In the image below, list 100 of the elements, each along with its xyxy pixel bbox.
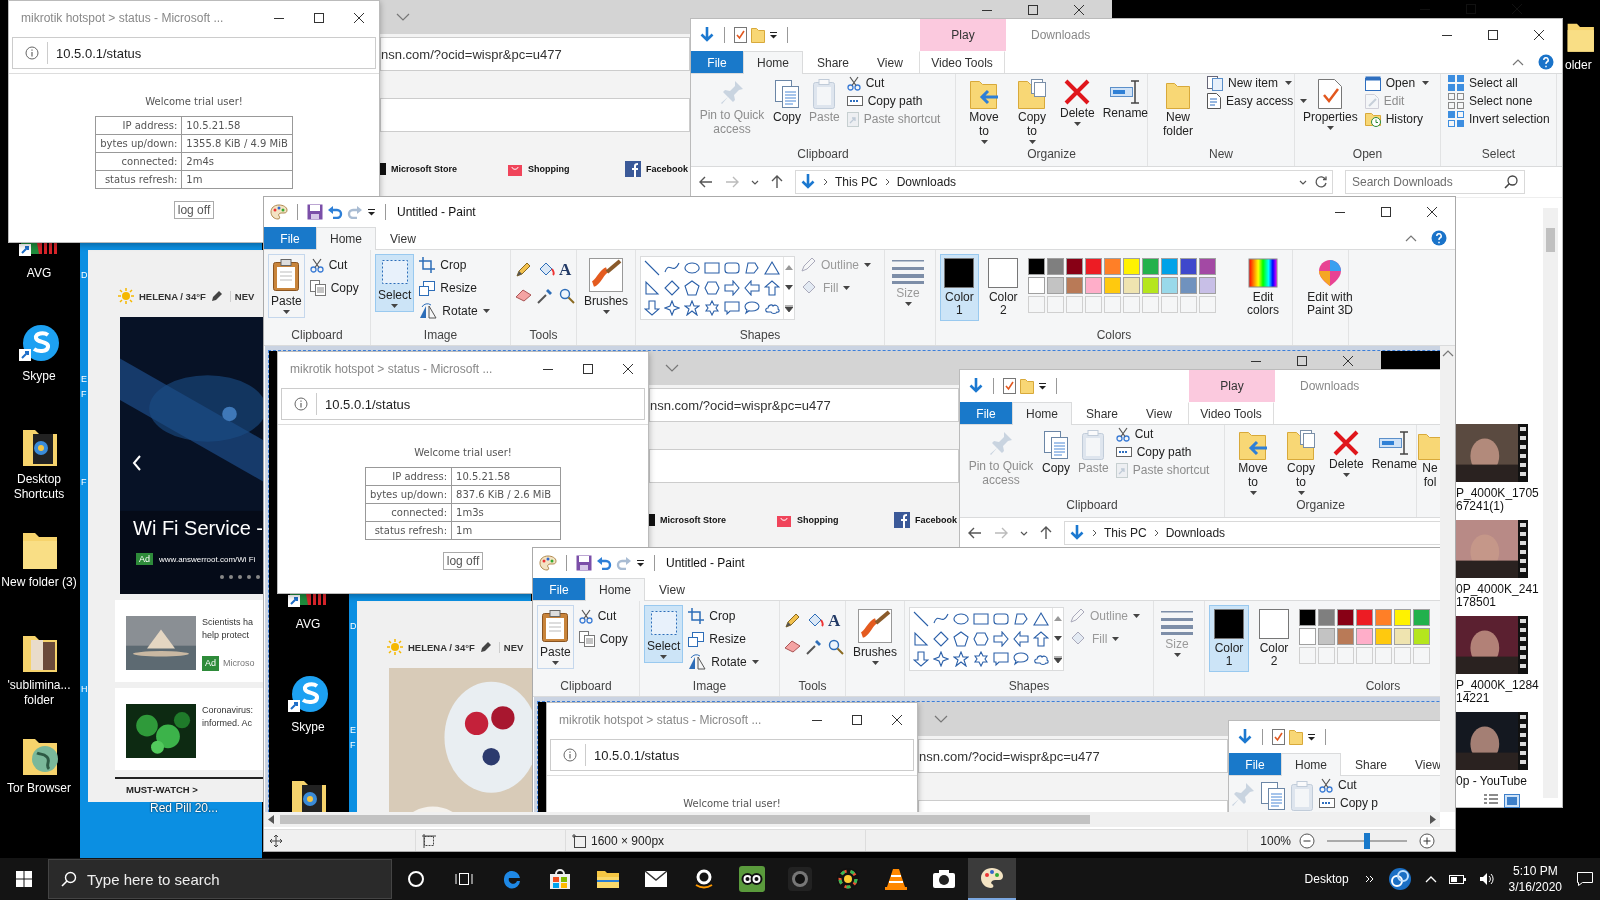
ribbon-tab[interactable]: Video Tools <box>1188 402 1274 424</box>
paste-button[interactable]: Paste <box>268 254 305 318</box>
color-button[interactable]: Color 2 <box>983 254 1023 321</box>
text-tool-button[interactable]: A <box>828 613 846 629</box>
file-name[interactable]: P_4000K_1705 <box>1456 487 1539 500</box>
address-bar[interactable]: 10.5.0.1/status <box>550 739 914 771</box>
nav-link[interactable]: NEV <box>229 290 255 302</box>
copy-button[interactable]: Copy <box>770 78 804 124</box>
breadcrumb[interactable]: This PC <box>835 175 878 189</box>
address-bar[interactable]: 10.5.0.1/status <box>12 37 376 69</box>
brushes-button[interactable]: Brushes <box>850 605 901 669</box>
ribbon-tab[interactable]: Share <box>803 51 864 73</box>
invert-selection-button[interactable]: Invert selection <box>1448 111 1550 127</box>
clock[interactable]: 5:10 PM 3/16/2020 <box>1508 863 1562 895</box>
story-card[interactable]: Scientists ha help protect Ad Microso <box>115 600 263 682</box>
copy-path-button[interactable]: Copy p <box>1319 795 1379 811</box>
breadcrumb[interactable]: Downloads <box>896 175 957 189</box>
nav-link[interactable]: NEV <box>498 641 524 653</box>
link[interactable]: Facebook <box>625 161 688 177</box>
ribbon-tab[interactable]: Video Tools <box>919 51 1005 73</box>
icon-label[interactable]: AVG <box>295 617 321 632</box>
history-button[interactable]: History <box>1364 111 1430 127</box>
link[interactable]: Shopping <box>776 512 894 528</box>
ribbon-tab[interactable]: File <box>960 402 1012 424</box>
edit-with-paint-3d-button[interactable]: Edit with Paint 3D <box>1297 254 1363 321</box>
color-button[interactable]: Color 1 <box>940 254 979 321</box>
copy-to-button[interactable]: Copy to <box>1278 429 1324 495</box>
ribbon-tab[interactable]: Share <box>1341 753 1402 775</box>
file-name[interactable]: P_4000K_1284 <box>1456 679 1539 692</box>
crop-button[interactable]: Crop <box>419 256 490 274</box>
open-button[interactable]: Open <box>1364 75 1430 91</box>
ribbon-tab[interactable]: File <box>1229 753 1281 775</box>
edit-colors-button[interactable]: Edit colors <box>1238 254 1288 321</box>
move-to-button[interactable]: Move to <box>961 78 1007 144</box>
copy-button[interactable]: Copy <box>309 279 359 297</box>
ribbon-tab[interactable]: View <box>863 51 917 73</box>
file-name[interactable]: 14221 <box>1456 692 1490 705</box>
address-bar[interactable]: This PC Downloads <box>795 170 1333 194</box>
cut-button[interactable]: Cut <box>578 607 628 625</box>
copy-button[interactable]: Copy <box>1039 429 1073 475</box>
copy-path-button[interactable]: Copy path <box>1115 444 1210 460</box>
copy-to-button[interactable]: Copy to <box>1009 78 1055 144</box>
icon-label[interactable]: Skype <box>291 720 325 735</box>
breadcrumb[interactable]: Downloads <box>1165 526 1226 540</box>
link[interactable]: Facebook <box>894 512 957 528</box>
headline[interactable]: Wi Fi Service - <box>133 517 263 540</box>
icon-label[interactable]: older <box>1565 58 1592 73</box>
delete-button[interactable]: Delete <box>1326 429 1367 477</box>
icon-label[interactable]: Skype <box>22 369 56 384</box>
icon-label[interactable]: New folder (3) <box>1 575 77 590</box>
toolbar-label[interactable]: Desktop <box>1304 872 1349 886</box>
cut-button[interactable]: Cut <box>846 75 941 91</box>
color-button[interactable]: Color 1 <box>1209 605 1249 672</box>
ribbon-tab[interactable]: View <box>645 578 699 600</box>
ribbon-tab[interactable]: File <box>264 227 316 249</box>
resize-button[interactable]: Resize <box>419 279 490 297</box>
text-tool-button[interactable]: A <box>559 262 577 278</box>
brushes-button[interactable]: Brushes <box>581 254 632 318</box>
address-bar[interactable]: nsn.com/?ocid=wispr&pc=u477 <box>918 739 1228 773</box>
ribbon-tab[interactable]: Home <box>1012 402 1072 425</box>
cut-button[interactable]: Cut <box>1319 777 1379 793</box>
color-button[interactable]: Color 2 <box>1254 605 1294 672</box>
ribbon-tab[interactable]: Home <box>1281 753 1341 776</box>
link[interactable]: Shopping <box>507 161 625 177</box>
log-off-button[interactable]: log off <box>173 201 215 219</box>
icon-label[interactable]: 'sublimina... folder <box>0 678 78 708</box>
easy-access-button[interactable]: Easy access <box>1207 93 1308 109</box>
address-bar[interactable]: 10.5.0.1/status <box>281 388 645 420</box>
ribbon-tab[interactable]: Home <box>585 578 645 601</box>
select-none-button[interactable]: Select none <box>1448 93 1550 109</box>
file-name[interactable]: 178501 <box>1456 596 1497 609</box>
ribbon-tab[interactable]: Share <box>1072 402 1133 424</box>
search-field[interactable]: Type here to search <box>48 859 392 899</box>
file-name[interactable]: 67241(1) <box>1456 500 1505 513</box>
paste-button[interactable]: Paste <box>537 605 574 669</box>
weather-text[interactable]: HELENA / 34°F <box>139 290 206 302</box>
cut-button[interactable]: Cut <box>309 256 359 274</box>
delete-button[interactable]: Delete <box>1057 78 1098 126</box>
rename-button[interactable]: Rename <box>1099 78 1152 120</box>
breadcrumb[interactable]: This PC <box>1104 526 1147 540</box>
copy-button[interactable]: Copy <box>578 630 628 648</box>
new-folder-button[interactable]: New folder <box>1153 78 1203 138</box>
select-button[interactable]: Select <box>644 605 684 663</box>
rotate-button[interactable]: Rotate <box>419 302 490 320</box>
file-name[interactable]: 0P_4000K_241 <box>1456 583 1539 596</box>
address-bar[interactable]: nsn.com/?ocid=wispr&pc=u477 <box>380 37 690 71</box>
story-card[interactable]: Coronavirus: informed. Ac <box>115 688 263 770</box>
ribbon-tab[interactable]: Home <box>743 51 803 74</box>
address-bar[interactable]: This PC Downloads <box>1064 521 1441 545</box>
ribbon-tab[interactable]: View <box>1401 753 1441 775</box>
icon-label[interactable]: Tor Browser <box>7 781 71 796</box>
ribbon-tab[interactable]: File <box>533 578 585 600</box>
ribbon-tab[interactable]: View <box>1132 402 1186 424</box>
link[interactable]: Microsoft Store <box>649 512 776 528</box>
icon-label[interactable]: AVG <box>26 266 52 281</box>
link[interactable]: Microsoft Store <box>380 161 507 177</box>
move-to-button[interactable]: Move to <box>1230 429 1276 495</box>
copy-path-button[interactable]: Copy path <box>846 93 941 109</box>
log-off-button[interactable]: log off <box>442 552 484 570</box>
address-bar[interactable]: nsn.com/?ocid=wispr&pc=u477 <box>649 388 959 422</box>
